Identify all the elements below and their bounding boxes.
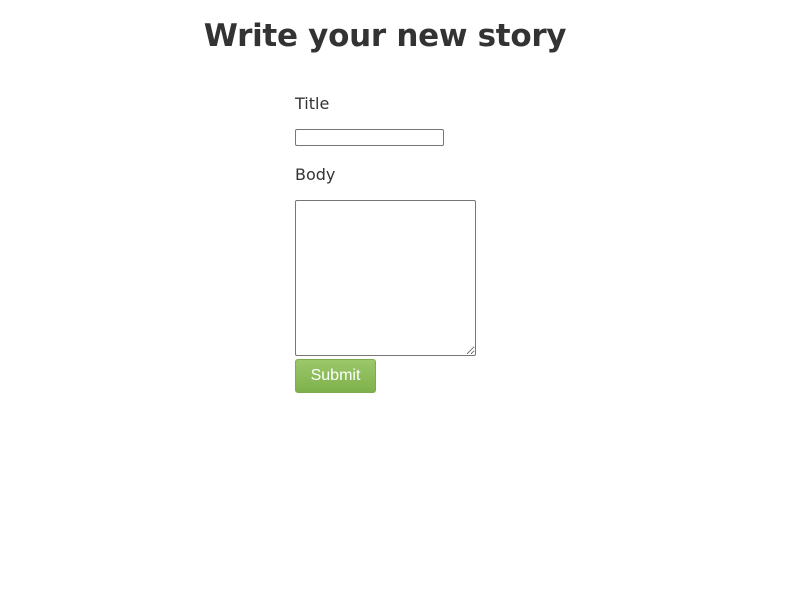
submit-button[interactable]: Submit bbox=[295, 359, 376, 393]
page: Write your new story Title Body Submit bbox=[0, 0, 801, 600]
body-label: Body bbox=[295, 165, 336, 184]
title-input[interactable] bbox=[295, 129, 444, 146]
title-label: Title bbox=[295, 94, 330, 113]
page-title: Write your new story bbox=[203, 18, 567, 54]
body-textarea[interactable] bbox=[295, 200, 476, 356]
